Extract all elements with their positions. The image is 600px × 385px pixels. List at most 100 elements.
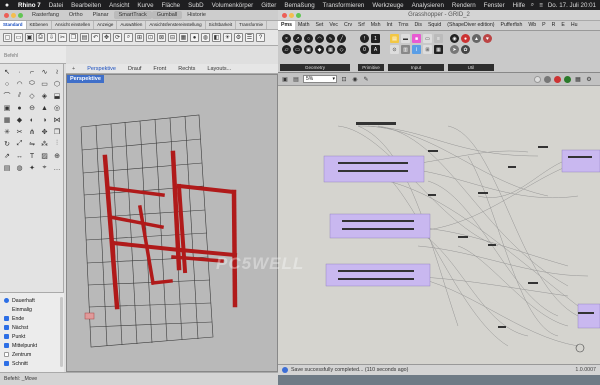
gumball-widget[interactable] bbox=[84, 312, 95, 320]
help-icon[interactable]: ? bbox=[256, 33, 265, 42]
tab-layouts[interactable]: Layouts... bbox=[201, 66, 237, 72]
rectangle-icon[interactable]: ▭ bbox=[40, 79, 50, 89]
menu-subd[interactable]: SubD bbox=[184, 2, 207, 9]
save-document-icon[interactable]: ▣ bbox=[281, 75, 289, 83]
tab-rechts[interactable]: Rechts bbox=[172, 66, 201, 72]
data-recorder-icon[interactable]: ● bbox=[461, 34, 470, 43]
align-icon[interactable]: ⫶ bbox=[52, 139, 62, 149]
checkbox-checked-icon[interactable] bbox=[4, 334, 9, 339]
polygon-icon[interactable]: ⬡ bbox=[52, 79, 62, 89]
tab-ansicht-einstellen[interactable]: Ansicht einstellen bbox=[52, 21, 95, 29]
zoom-icon[interactable] bbox=[296, 13, 301, 18]
array-icon[interactable]: ⁂ bbox=[40, 139, 50, 149]
print-icon[interactable]: ⎙ bbox=[36, 33, 45, 42]
apple-icon[interactable]: ● bbox=[0, 2, 14, 9]
node-group[interactable] bbox=[325, 263, 431, 287]
menu-rendern[interactable]: Rendern bbox=[448, 2, 480, 9]
md-slider-icon[interactable]: ⊞ bbox=[423, 45, 432, 54]
analyze-icon[interactable]: ⊕ bbox=[52, 151, 62, 161]
control-center-icon[interactable]: ≡ bbox=[539, 2, 543, 9]
tab-front[interactable]: Front bbox=[147, 66, 172, 72]
mesh-param-icon[interactable]: ▦ bbox=[326, 45, 335, 54]
fillet-curve-icon[interactable]: ⌒ bbox=[2, 91, 12, 101]
integer-param-icon[interactable]: 1 bbox=[371, 34, 380, 43]
dimension-icon[interactable]: ↔ bbox=[15, 151, 25, 161]
tab-vector[interactable]: Vec bbox=[326, 21, 341, 30]
zoom-select[interactable]: 5% bbox=[303, 75, 337, 83]
layer-icon[interactable]: ◧ bbox=[212, 33, 221, 42]
plane-param-icon[interactable]: ▱ bbox=[282, 45, 291, 54]
light-icon[interactable]: ☀ bbox=[223, 33, 232, 42]
vector-param-icon[interactable]: ↗ bbox=[293, 34, 302, 43]
hatch-icon[interactable]: ▨ bbox=[40, 151, 50, 161]
mode-historie[interactable]: Historie bbox=[182, 11, 211, 19]
tab-params[interactable]: Pms bbox=[278, 21, 295, 30]
radio-on-icon[interactable] bbox=[4, 298, 9, 303]
boolean-param-icon[interactable]: ! bbox=[360, 34, 369, 43]
torus-icon[interactable]: ◎ bbox=[52, 103, 62, 113]
box-icon[interactable]: ▣ bbox=[2, 103, 12, 113]
menu-analysieren[interactable]: Analysieren bbox=[408, 2, 448, 9]
options-icon[interactable]: ☰ bbox=[245, 33, 254, 42]
mirror-icon[interactable]: ⇋ bbox=[27, 139, 37, 149]
scale-icon[interactable]: ⤢ bbox=[15, 139, 25, 149]
checkbox-checked-icon[interactable] bbox=[4, 343, 9, 348]
select-arrow-icon[interactable]: ↖ bbox=[2, 67, 12, 77]
snapshot-icon[interactable]: ⌖ bbox=[40, 163, 50, 173]
document-properties-icon[interactable]: ▤ bbox=[292, 75, 300, 83]
tab-transformieren[interactable]: Transformie bbox=[236, 21, 267, 29]
join-icon[interactable]: ⋈ bbox=[52, 115, 62, 125]
open-file-icon[interactable]: ▭ bbox=[14, 33, 23, 42]
viewport-title[interactable]: Perspektive bbox=[67, 75, 104, 83]
copy-icon[interactable]: ❐ bbox=[69, 33, 78, 42]
graph-mapper-icon[interactable]: ⌇ bbox=[412, 45, 421, 54]
tab-mesh[interactable]: Msh bbox=[368, 21, 384, 30]
zoom-extents-icon[interactable]: ⊡ bbox=[146, 33, 155, 42]
extrude-icon[interactable]: ⬓ bbox=[52, 91, 62, 101]
fitness-icon[interactable]: ♥ bbox=[483, 34, 492, 43]
cluster-icon[interactable]: ◉ bbox=[450, 34, 459, 43]
tab-perspektive[interactable]: Perspektive bbox=[81, 66, 122, 72]
rectangle-param-icon[interactable]: ▭ bbox=[293, 45, 302, 54]
menu-transformieren[interactable]: Transformieren bbox=[319, 2, 369, 9]
tab-p[interactable]: P bbox=[539, 21, 548, 30]
cylinder-icon[interactable]: ⊖ bbox=[27, 103, 37, 113]
paste-icon[interactable]: ▤ bbox=[80, 33, 89, 42]
circle-icon[interactable]: ○ bbox=[2, 79, 12, 89]
text-param-icon[interactable]: A bbox=[371, 45, 380, 54]
undo-icon[interactable]: ↶ bbox=[91, 33, 100, 42]
perspective-viewport[interactable]: Perspektive bbox=[66, 74, 278, 372]
brep-param-icon[interactable]: ◆ bbox=[315, 45, 324, 54]
menu-bemassung[interactable]: Bemaßung bbox=[280, 2, 318, 9]
rotate-icon[interactable]: ↻ bbox=[2, 139, 12, 149]
tab-intersect[interactable]: Int bbox=[384, 21, 396, 30]
preview-settings-icon[interactable]: ⚙ bbox=[585, 75, 593, 83]
node-group[interactable] bbox=[577, 303, 600, 329]
move-icon[interactable]: ✥ bbox=[40, 127, 50, 137]
tab-e[interactable]: E bbox=[558, 21, 567, 30]
sketch-icon[interactable]: ✎ bbox=[362, 75, 370, 83]
cone-icon[interactable]: ▲ bbox=[40, 103, 50, 113]
trim-icon[interactable]: ✂ bbox=[15, 127, 25, 137]
menu-gitter[interactable]: Gitter bbox=[257, 2, 280, 9]
import-icon[interactable]: ⇩ bbox=[47, 33, 56, 42]
preview-custom-icon[interactable] bbox=[564, 75, 571, 83]
polyline-icon[interactable]: ⌐ bbox=[27, 67, 37, 77]
swatch-icon[interactable]: ■ bbox=[412, 34, 421, 43]
menu-datei[interactable]: Datei bbox=[45, 2, 67, 9]
definition-canvas[interactable] bbox=[278, 86, 600, 364]
box-param-icon[interactable]: ▣ bbox=[304, 45, 313, 54]
tab-wb[interactable]: Wb bbox=[525, 21, 539, 30]
slider-icon[interactable]: ▬ bbox=[401, 34, 410, 43]
osnap-dauerhaft[interactable]: Dauerhaft bbox=[4, 296, 60, 305]
menu-kurve[interactable]: Kurve bbox=[133, 2, 157, 9]
number-param-icon[interactable]: 0 bbox=[360, 45, 369, 54]
menu-hilfe[interactable]: Hilfe bbox=[509, 2, 529, 9]
menu-app-name[interactable]: Rhino 7 bbox=[14, 2, 45, 9]
more-tools-icon[interactable]: … bbox=[52, 163, 62, 173]
line-param-icon[interactable]: ╱ bbox=[337, 34, 346, 43]
save-icon[interactable]: ▣ bbox=[25, 33, 34, 42]
tab-maths[interactable]: Math bbox=[295, 21, 313, 30]
data-dam-icon[interactable]: ▲ bbox=[472, 34, 481, 43]
text-icon[interactable]: T bbox=[27, 151, 37, 161]
